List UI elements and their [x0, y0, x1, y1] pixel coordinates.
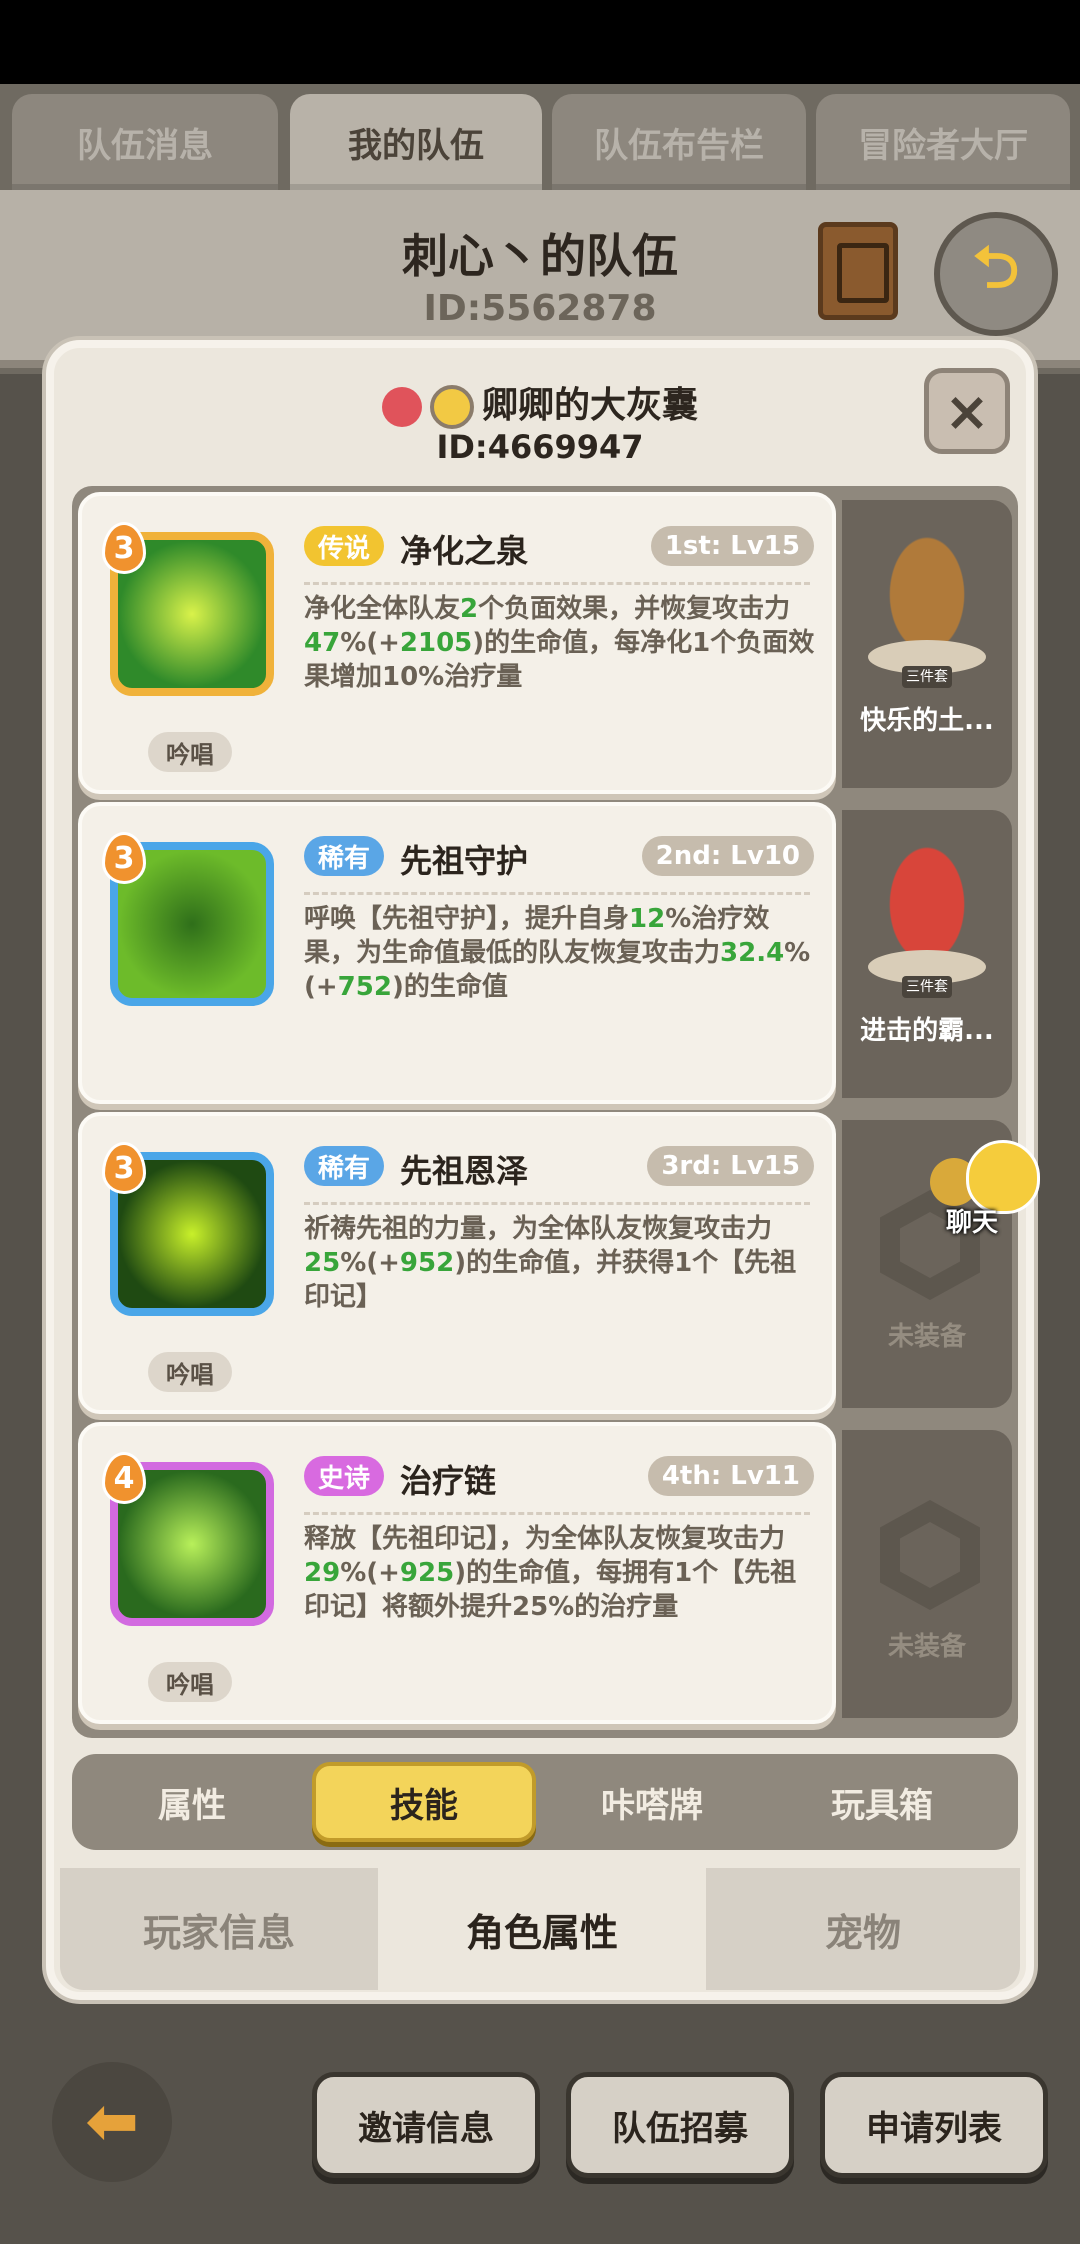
- subtab-skills[interactable]: 技能: [312, 1762, 536, 1842]
- divider: [304, 892, 810, 895]
- chant-tag: 吟唱: [148, 1662, 232, 1702]
- empty-slot-hex-icon: [880, 1500, 980, 1610]
- skill-text: %(+: [340, 1558, 400, 1588]
- skill-level-badge: 3: [102, 522, 146, 574]
- exit-arrow-icon: ⮌: [972, 232, 1020, 301]
- tab-adventurer-hall[interactable]: 冒险者大厅: [816, 94, 1070, 190]
- unequipped-label: 未装备: [887, 1632, 966, 1662]
- set-badge: 三件套: [902, 666, 952, 688]
- player-name: 卿卿的大灰囊: [481, 385, 698, 426]
- skill-value: 2105: [399, 628, 473, 658]
- skill-name: 先祖恩泽: [400, 1152, 529, 1190]
- sub-tab-bar: 属性 技能 咔嗒牌 玩具箱: [72, 1754, 1018, 1850]
- rarity-badge: 史诗: [304, 1456, 385, 1496]
- application-list-button[interactable]: 申请列表: [820, 2072, 1048, 2178]
- top-tab-bar: 队伍消息 我的队伍 队伍布告栏 冒险者大厅: [0, 94, 1080, 190]
- skill-card[interactable]: 3 吟唱 传说 净化之泉 1st: Lv15 净化全体队友2个负面效果，并恢复攻击力 47%…: [78, 492, 836, 794]
- player-detail-modal: 卿卿的大灰囊 ID:4669947 × 3 吟唱 传说 净化之泉 1st: Lv15 净化…: [46, 340, 1034, 2000]
- skill-value: 29: [304, 1558, 341, 1588]
- tab-team-messages[interactable]: 队伍消息: [12, 94, 278, 190]
- skills-panel: 3 吟唱 传说 净化之泉 1st: Lv15 净化全体队友2个负面效果，并恢复攻击力 47%…: [72, 486, 1018, 1738]
- rarity-badge: 稀有: [304, 1146, 385, 1186]
- skill-text: 释放【先祖印记】，为全体队友恢复攻击力: [304, 1524, 786, 1554]
- tab-team-board[interactable]: 队伍布告栏: [552, 94, 806, 190]
- pet-slot[interactable]: 三件套快乐的土...: [842, 500, 1012, 788]
- bottom-tab-bar: 玩家信息 角色属性 宠物: [60, 1868, 1020, 1990]
- skill-level-badge: 3: [102, 1142, 146, 1194]
- skill-description: 呼唤【先祖守护】，提升自身12%治疗效果，为生命值最低的队友恢复攻击力32.4%…: [304, 902, 820, 1004]
- team-header: 刺心丶的队伍 ID:5562878: [0, 190, 1080, 368]
- skill-text: )的生命值: [391, 972, 508, 1002]
- close-icon: ×: [944, 379, 990, 443]
- skill-name: 治疗链: [400, 1462, 497, 1500]
- team-recruit-button[interactable]: 队伍招募: [566, 2072, 794, 2178]
- skill-text: 祈祷先祖的力量，为全体队友恢复攻击力: [304, 1214, 773, 1244]
- tab-character-attributes[interactable]: 角色属性: [380, 1868, 704, 1990]
- subtab-attributes[interactable]: 属性: [82, 1762, 302, 1842]
- skill-value: 25: [304, 1248, 341, 1278]
- skill-slot-level: 3rd: Lv15: [647, 1146, 814, 1186]
- subtab-toybox[interactable]: 玩具箱: [772, 1762, 992, 1842]
- chat-label: 聊天: [946, 1208, 999, 1238]
- skill-slot-level: 1st: Lv15: [650, 526, 814, 566]
- chat-button[interactable]: 聊天: [930, 1140, 1042, 1240]
- skill-name: 净化之泉: [400, 532, 529, 570]
- skill-description: 净化全体队友2个负面效果，并恢复攻击力47%(+2105)的生命值，每净化1个负…: [304, 592, 820, 694]
- skill-card[interactable]: 4 吟唱 史诗 治疗链 4th: Lv11 释放【先祖印记】，为全体队友恢复攻击力 29%(…: [78, 1422, 836, 1724]
- skill-value: 952: [399, 1248, 455, 1278]
- skill-level-badge: 3: [102, 832, 146, 884]
- set-badge: 三件套: [902, 976, 952, 998]
- empty-pet-slot[interactable]: 未装备: [842, 1430, 1012, 1718]
- player-id: ID:4669947: [436, 428, 644, 466]
- skill-card[interactable]: 3 吟唱 稀有 先祖恩泽 3rd: Lv15 祈祷先祖的力量，为全体队友恢复攻击力 25%(…: [78, 1112, 836, 1414]
- subtab-cards[interactable]: 咔嗒牌: [542, 1762, 762, 1842]
- skill-text: %(+: [340, 628, 400, 658]
- pet-slot[interactable]: 三件套进击的霸...: [842, 810, 1012, 1098]
- rarity-badge: 传说: [304, 526, 385, 566]
- pet-name: 快乐的土...: [860, 706, 994, 736]
- chant-tag: 吟唱: [148, 1352, 232, 1392]
- skill-name: 先祖守护: [400, 842, 529, 880]
- back-arrow-icon: ⬅: [85, 2085, 139, 2159]
- skill-value: 2: [460, 594, 479, 624]
- skill-text: %(+: [340, 1248, 400, 1278]
- skill-description: 释放【先祖印记】，为全体队友恢复攻击力29%(+925)的生命值，每拥有1个【先…: [304, 1522, 820, 1624]
- skill-value: 752: [337, 972, 392, 1002]
- invite-info-button[interactable]: 邀请信息: [312, 2072, 540, 2178]
- tab-my-team[interactable]: 我的队伍: [290, 94, 542, 190]
- team-name: 刺心丶的队伍: [402, 229, 678, 283]
- pet-name: 进击的霸...: [860, 1016, 994, 1046]
- skill-description: 祈祷先祖的力量，为全体队友恢复攻击力25%(+952)的生命值，并获得1个【先祖…: [304, 1212, 820, 1314]
- skill-text: 呼唤【先祖守护】，提升自身: [304, 904, 630, 934]
- exit-team-button[interactable]: ⮌: [934, 212, 1058, 336]
- skill-value: 925: [399, 1558, 455, 1588]
- close-button[interactable]: ×: [924, 368, 1010, 454]
- skill-slot-level: 2nd: Lv10: [641, 836, 814, 876]
- skill-level-badge: 4: [102, 1452, 146, 1504]
- team-id: ID:5562878: [423, 288, 657, 329]
- skill-text: 净化全体队友: [304, 594, 461, 624]
- skill-value: 32.4: [720, 938, 785, 968]
- key-icon: [381, 387, 422, 427]
- skill-value: 12: [629, 904, 666, 934]
- skill-text: 个负面效果，并恢复攻击力: [478, 594, 791, 624]
- skill-value: 47: [304, 628, 341, 658]
- scroll-icon[interactable]: [818, 222, 898, 320]
- skill-slot-level: 4th: Lv11: [647, 1456, 814, 1496]
- tab-player-info[interactable]: 玩家信息: [60, 1868, 378, 1990]
- rarity-badge: 稀有: [304, 836, 385, 876]
- player-name-row: 卿卿的大灰囊: [54, 376, 1026, 429]
- avatar: [429, 385, 474, 429]
- divider: [304, 1512, 810, 1515]
- tab-pets[interactable]: 宠物: [706, 1868, 1020, 1990]
- unequipped-label: 未装备: [887, 1322, 966, 1352]
- skill-card[interactable]: 3 稀有 先祖守护 2nd: Lv10 呼唤【先祖守护】，提升自身12%治疗效果，为生命…: [78, 802, 836, 1104]
- chant-tag: 吟唱: [148, 732, 232, 772]
- status-bar: [0, 0, 1080, 84]
- divider: [304, 1202, 810, 1205]
- back-button[interactable]: ⬅: [52, 2062, 172, 2182]
- divider: [304, 582, 810, 585]
